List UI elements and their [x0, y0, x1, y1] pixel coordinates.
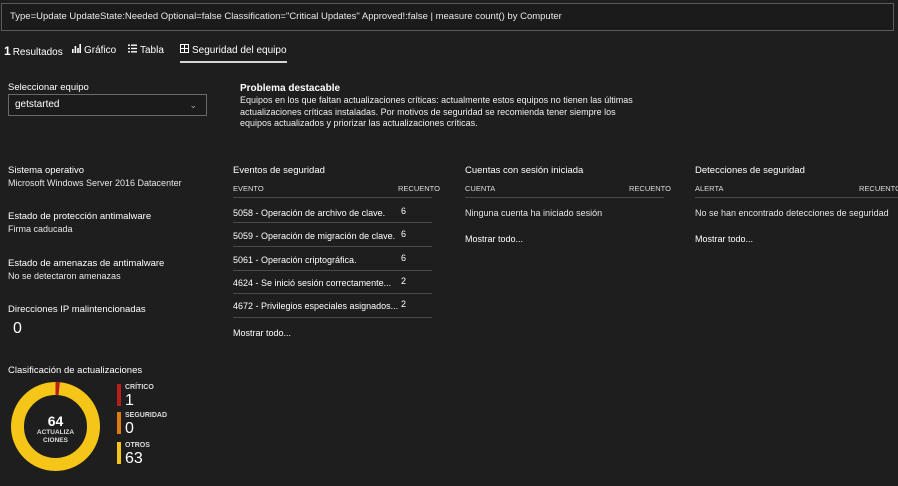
event-row-count: 6: [401, 206, 407, 216]
tab-security-label: Seguridad del equipo: [192, 45, 287, 56]
event-row-name[interactable]: 5061 - Operación criptográfica.: [233, 255, 357, 265]
os-label: Sistema operativo: [8, 165, 85, 176]
divider: [233, 317, 432, 318]
legend-value-critical: 1: [125, 392, 134, 409]
updates-classification-title: Clasificación de actualizaciones: [8, 365, 143, 376]
tab-table[interactable]: Tabla: [128, 41, 164, 61]
divider: [233, 293, 432, 294]
event-row-count: 2: [401, 276, 407, 286]
donut-center-label-2: CIONES: [43, 437, 68, 444]
legend-value-security: 0: [125, 420, 134, 437]
events-show-all-link[interactable]: Mostrar todo...: [233, 328, 291, 338]
bar-chart-icon: [72, 41, 81, 61]
donut-center-label-1: ACTUALIZA: [36, 429, 75, 436]
tab-chart-label: Gráfico: [84, 45, 117, 56]
tab-chart[interactable]: Gráfico: [72, 41, 116, 61]
divider: [233, 197, 432, 198]
legend-value-others: 63: [125, 450, 143, 467]
threats-label: Estado de amenazas de antimalware: [8, 258, 165, 269]
divider: [465, 197, 664, 198]
event-row-name[interactable]: 5059 - Operación de migración de clave.: [233, 231, 395, 241]
donut-center: 64 ACTUALIZA CIONES: [10, 414, 101, 445]
legend-label-critical: CRÍTICO: [125, 384, 154, 391]
event-row-name[interactable]: 4624 - Se inició sesión correctamente...: [233, 278, 391, 288]
select-computer-label: Seleccionar equipo: [8, 82, 89, 93]
detections-empty-message: No se han encontrado detecciones de segu…: [695, 208, 889, 218]
query-input[interactable]: Type=Update UpdateState:Needed Optional=…: [1, 3, 894, 31]
computer-select-value: getstarted: [15, 99, 60, 110]
tab-results[interactable]: 1 Resultados: [4, 41, 63, 61]
detections-title: Detecciones de seguridad: [695, 165, 805, 176]
detections-show-all-link[interactable]: Mostrar todo...: [695, 234, 753, 244]
table-icon: [128, 41, 137, 61]
problem-title: Problema destacable: [240, 83, 341, 94]
col-count-header: RECUENTO: [398, 184, 440, 193]
tab-table-label: Tabla: [140, 45, 164, 56]
divider: [233, 222, 432, 223]
divider: [233, 270, 432, 271]
security-events-title: Eventos de seguridad: [233, 165, 325, 176]
col-alert-header: ALERTA: [695, 184, 724, 193]
col-count-header: RECUENTO: [629, 184, 671, 193]
grid-icon: [180, 41, 189, 61]
legend-label-security: SEGURIDAD: [125, 412, 168, 419]
antimalware-label: Estado de protección antimalware: [8, 211, 152, 222]
divider: [695, 197, 898, 198]
event-row-name[interactable]: 4672 - Privilegios especiales asignados.…: [233, 301, 398, 311]
antimalware-value: Firma caducada: [8, 224, 73, 234]
threats-value: No se detectaron amenazas: [8, 271, 121, 281]
legend-label-others: OTROS: [125, 442, 150, 449]
legend-color-others: [117, 442, 121, 464]
event-row-name[interactable]: 5058 - Operación de archivo de clave.: [233, 208, 385, 218]
tab-results-label: Resultados: [12, 47, 63, 58]
legend-color-critical: [117, 384, 121, 406]
legend-color-security: [117, 412, 121, 434]
chevron-down-icon: ⌄: [189, 100, 197, 110]
tab-security[interactable]: Seguridad del equipo: [180, 41, 287, 63]
col-account-header: CUENTA: [465, 184, 496, 193]
event-row-count: 2: [401, 299, 407, 309]
accounts-show-all-link[interactable]: Mostrar todo...: [465, 234, 523, 244]
event-row-count: 6: [401, 229, 407, 239]
os-value: Microsoft Windows Server 2016 Datacenter: [8, 178, 182, 188]
accounts-title: Cuentas con sesión iniciada: [465, 165, 584, 176]
donut-total: 64: [47, 413, 64, 429]
results-count: 1: [4, 44, 11, 58]
event-row-count: 6: [401, 253, 407, 263]
malicious-ips-value: 0: [13, 320, 22, 337]
col-event-header: EVENTO: [233, 184, 264, 193]
col-count-header: RECUENTO: [859, 184, 898, 193]
computer-select[interactable]: getstarted ⌄: [8, 94, 207, 116]
divider: [233, 246, 432, 247]
malicious-ips-label: Direcciones IP malintencionadas: [8, 304, 146, 315]
problem-description: Equipos en los que faltan actualizacione…: [240, 95, 633, 128]
accounts-empty-message: Ninguna cuenta ha iniciado sesión: [465, 208, 603, 218]
